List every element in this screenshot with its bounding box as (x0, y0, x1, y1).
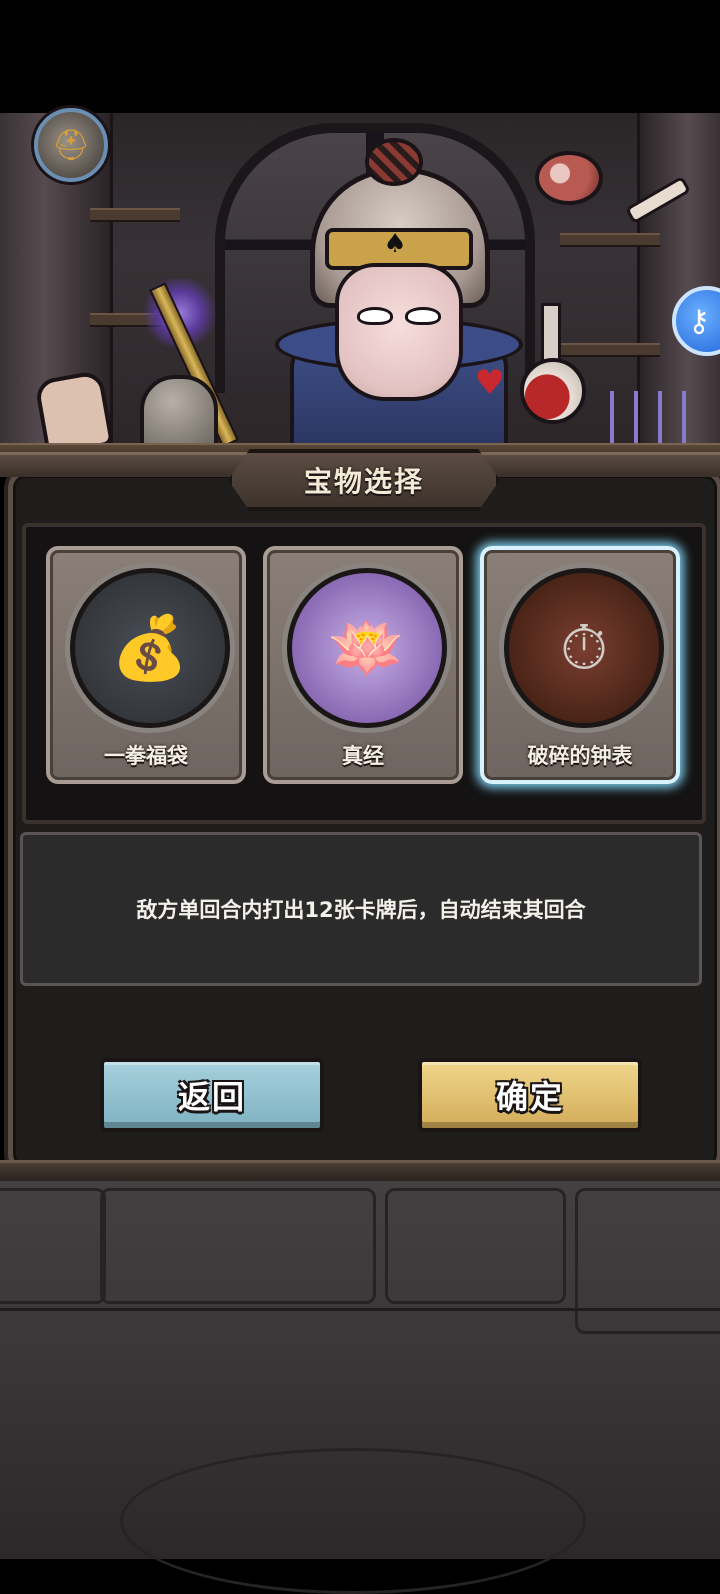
floor-stone (0, 1188, 106, 1304)
confirm-button[interactable]: 确定 (418, 1058, 642, 1132)
fire-lotus-icon: 🪷 (287, 568, 447, 728)
floor-stone (100, 1188, 376, 1304)
treasure-card-label: 真经 (342, 744, 384, 768)
treasure-card-label: 破碎的钟表 (527, 744, 633, 768)
hanging-meat-icon (535, 151, 603, 205)
character-hat-top (365, 138, 423, 186)
panel-title: 宝物选择 (303, 465, 424, 498)
floor-stone (385, 1188, 566, 1304)
potion-flask-icon (520, 358, 586, 424)
floor-stone (575, 1188, 720, 1334)
panel-title-plate: 宝物选择 (228, 449, 500, 511)
knight-helmet-icon (140, 375, 218, 448)
treasure-card-broken-watch[interactable]: ⏱ 破碎的钟表 (480, 546, 680, 784)
fist-sack-icon: 💰 (70, 568, 230, 728)
treasure-card-scripture[interactable]: 🪷 真经 (263, 546, 463, 784)
character-eye-left (357, 307, 393, 325)
character-face (335, 263, 463, 401)
test-tubes-icon (600, 391, 690, 443)
merchant-character: ♠ ♥ (275, 138, 523, 461)
shop-scene-background: ♠ ♥ (0, 113, 720, 463)
treasure-description: 敌方单回合内打出12张卡牌后，自动结束其回合 (136, 898, 586, 922)
helmet-avatar-icon: ⛑ (51, 127, 91, 163)
treasure-card-fist-sack[interactable]: 💰 一拳福袋 (46, 546, 246, 784)
right-shelf-upper (560, 233, 660, 247)
treasure-card-label: 一拳福袋 (104, 744, 188, 768)
spade-icon: ♠ (383, 229, 407, 259)
back-button[interactable]: 返回 (100, 1058, 324, 1132)
key-icon: ⚷ (688, 303, 710, 339)
panel-bottom-trim (0, 1160, 720, 1181)
heart-icon: ♥ (474, 363, 505, 403)
broken-pocket-watch-icon: ⏱ (504, 568, 664, 728)
status-bar-area (0, 0, 720, 113)
character-eye-right (405, 307, 441, 325)
floor-seam (0, 1308, 720, 1311)
stone-floor-background (0, 1178, 720, 1594)
player-avatar[interactable]: ⛑ (34, 108, 108, 182)
treasure-description-box: 敌方单回合内打出12张卡牌后，自动结束其回合 (20, 832, 702, 986)
left-shelf-upper (90, 208, 180, 222)
floor-stone-round (120, 1448, 586, 1594)
right-shelf-lower (560, 343, 660, 357)
